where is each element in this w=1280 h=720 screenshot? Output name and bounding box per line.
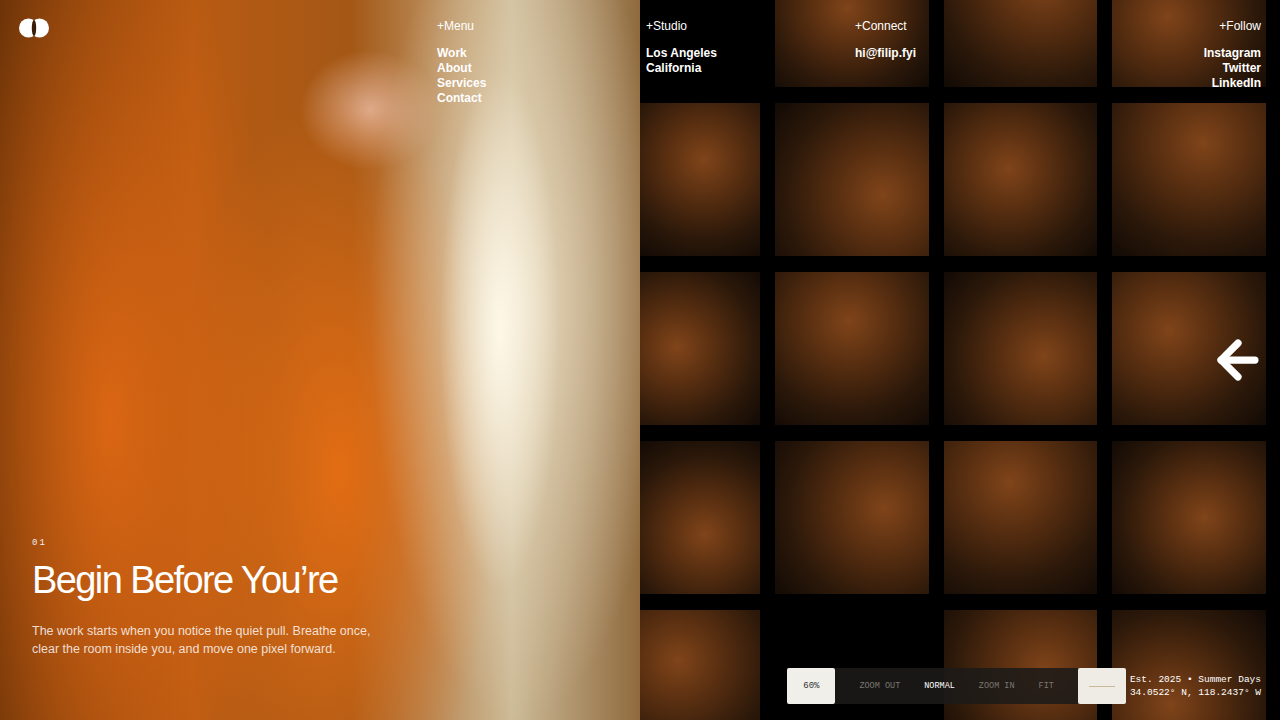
arrow-left-icon — [1209, 331, 1267, 389]
logo-icon[interactable] — [19, 18, 49, 38]
gallery-tile[interactable] — [944, 272, 1097, 425]
nav-heading: +Follow — [1219, 19, 1261, 33]
gallery-tile[interactable] — [640, 441, 760, 594]
nav-link[interactable]: About — [437, 61, 472, 76]
nav-heading: +Menu — [437, 19, 474, 33]
gallery-tile[interactable] — [944, 103, 1097, 256]
gallery-tile[interactable] — [1112, 610, 1266, 720]
gallery-tile[interactable] — [775, 103, 929, 256]
logo[interactable] — [19, 18, 437, 42]
gallery-grid — [640, 0, 1280, 720]
caption-line: Est. 2025 • Summer Days — [1130, 673, 1261, 686]
gallery — [640, 0, 1280, 720]
zoom-option[interactable]: NORMAL — [924, 681, 955, 691]
page: 01 Begin Before You’re The work starts whe… — [0, 0, 1280, 720]
zoom-option[interactable]: FIT — [1039, 681, 1054, 691]
gallery-tile[interactable] — [775, 272, 929, 425]
zoom-toolbar: 60% ZOOM OUT NORMAL ZOOM IN FIT — [787, 668, 1125, 704]
zoom-option[interactable]: ZOOM IN — [979, 681, 1015, 691]
nav-link[interactable]: LinkedIn — [1212, 76, 1261, 91]
nav-column: +Connect hi@filip.fyi — [855, 18, 1204, 61]
gallery-tile[interactable] — [1112, 103, 1266, 256]
nav-link[interactable]: Contact — [437, 91, 482, 106]
nav-link[interactable]: Work — [437, 46, 467, 61]
gallery-tile[interactable] — [775, 441, 929, 594]
zoom-swatch[interactable] — [1078, 668, 1126, 704]
previous-button[interactable] — [1208, 330, 1268, 390]
hero-index: 01 — [32, 538, 608, 548]
nav-link[interactable]: Instagram — [1204, 46, 1261, 61]
nav-column: +Follow InstagramTwitterLinkedIn — [1204, 18, 1261, 91]
nav-link[interactable]: California — [646, 61, 701, 76]
hero-title: Begin Before You’re — [32, 560, 608, 602]
nav-column: +Menu WorkAboutServicesContact — [437, 18, 646, 106]
caption: Est. 2025 • Summer Days34.0522° N, 118.2… — [1130, 673, 1261, 699]
nav-link[interactable]: hi@filip.fyi — [855, 46, 916, 61]
gallery-tile[interactable] — [944, 0, 1097, 87]
nav-link[interactable]: Twitter — [1223, 61, 1261, 76]
gallery-tile[interactable] — [640, 610, 760, 720]
gallery-tile[interactable] — [1112, 441, 1266, 594]
hero-body: The work starts when you notice the quie… — [32, 622, 377, 658]
zoom-option[interactable]: ZOOM OUT — [859, 681, 900, 691]
nav-column: +Studio Los AngelesCalifornia — [646, 18, 855, 76]
zoom-reading: 60% — [787, 668, 835, 704]
swatch-line — [1089, 686, 1115, 687]
caption-line: 34.0522° N, 118.2437° W — [1130, 686, 1261, 699]
bottom-bar: 60% ZOOM OUT NORMAL ZOOM IN FIT Est. 2025 • S… — [787, 668, 1261, 704]
nav-heading: +Studio — [646, 19, 687, 33]
nav-heading: +Connect — [855, 19, 907, 33]
gallery-tile[interactable] — [640, 272, 760, 425]
hero-panel: 01 Begin Before You’re The work starts whe… — [0, 0, 640, 720]
gallery-tile[interactable] — [640, 103, 760, 256]
nav-link[interactable]: Los Angeles — [646, 46, 717, 61]
zoom-options: ZOOM OUT NORMAL ZOOM IN FIT — [835, 668, 1077, 704]
nav-link[interactable]: Services — [437, 76, 486, 91]
gallery-tile[interactable] — [944, 441, 1097, 594]
header: +Menu WorkAboutServicesContact +Studio Los … — [19, 18, 1261, 106]
gallery-tile[interactable] — [775, 0, 929, 87]
